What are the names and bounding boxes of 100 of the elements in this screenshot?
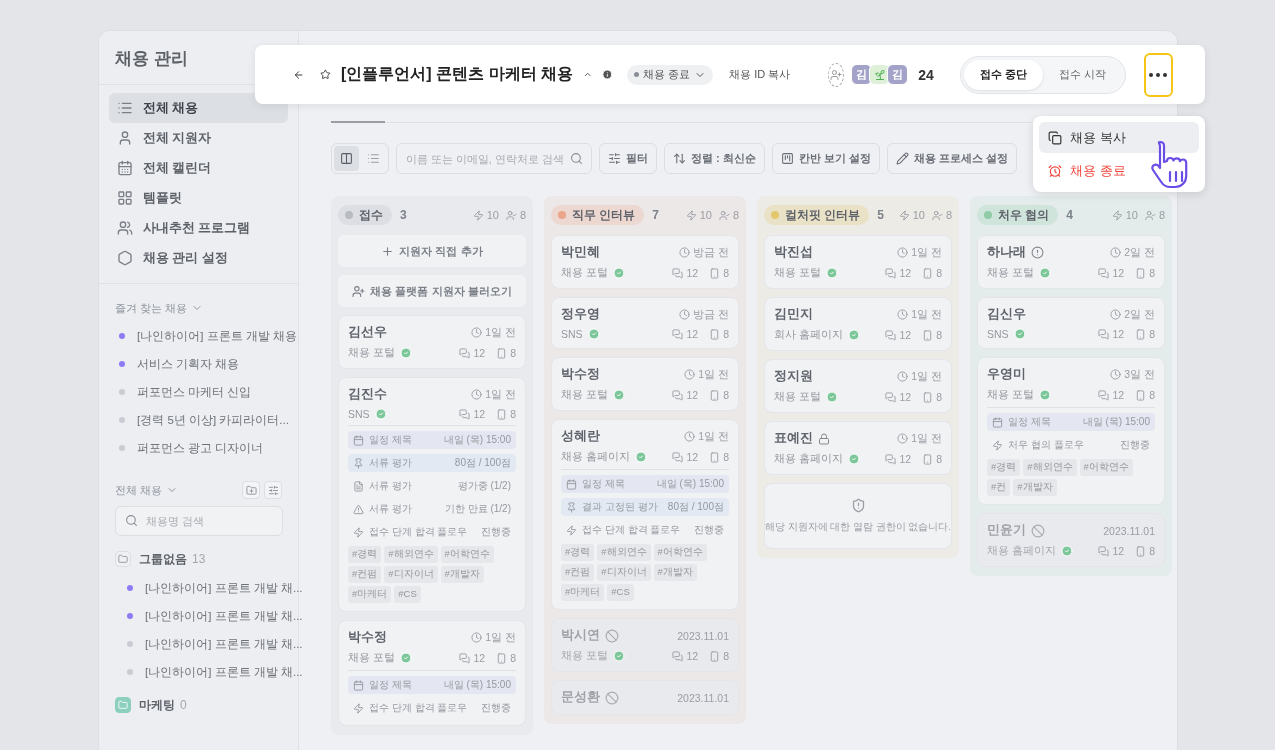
tag: #CS xyxy=(394,586,421,603)
favorite-item[interactable]: [나인하이어] 프론트 개발 채용 xyxy=(99,322,298,350)
detail-value: 내일 (목) 15:00 xyxy=(443,678,511,692)
favorite-item[interactable]: 퍼포먼스 마케터 신입 xyxy=(99,378,298,406)
avatar: 김 xyxy=(887,64,909,85)
menu-item[interactable]: 채용 종료 xyxy=(1039,155,1199,186)
status-dropdown[interactable]: 채용 종료 xyxy=(627,64,714,85)
comment-count: 12 xyxy=(686,389,699,401)
applicant-card[interactable]: 김신우 2일 전 SNS 12 8 xyxy=(977,297,1165,349)
application-source: 채용 홈페이지 xyxy=(561,450,630,464)
applicant-search-field[interactable]: 이름 또는 이메일, 연락처로 검색 xyxy=(396,143,592,174)
file-count: 8 xyxy=(723,451,729,463)
applicant-card[interactable]: 김민지 1일 전 회사 홈페이지 12 8 xyxy=(764,297,952,351)
column-action-button[interactable]: 지원자 직접 추가 xyxy=(338,235,526,267)
applicant-name: 우영미 xyxy=(987,366,1026,383)
applied-time: 2023.11.01 xyxy=(1103,524,1155,537)
file-count: 8 xyxy=(510,652,516,664)
applicant-name: 박시연 xyxy=(561,627,600,644)
all-jobs-toggle[interactable]: 전체 채용 xyxy=(115,482,179,498)
user-plus-icon xyxy=(352,284,366,298)
stage-count: 5 xyxy=(877,208,885,222)
column-action-button[interactable]: 채용 플랫폼 지원자 불러오기 xyxy=(338,275,526,307)
favorite-item[interactable]: 서비스 기획자 채용 xyxy=(99,350,298,378)
evaluator-count: 8 xyxy=(519,209,526,221)
file-count: 8 xyxy=(723,389,729,401)
applicant-card[interactable]: 표예진 1일 전 채용 홈페이지 12 8 xyxy=(764,421,952,475)
tag: #어학연수 xyxy=(653,544,707,561)
applicant-card[interactable]: 박진섭 1일 전 채용 포털 12 8 xyxy=(764,235,952,289)
applicant-card[interactable]: 성혜란 1일 전 채용 홈페이지 12 8 일정 제목 내일 (목) 15:00 결과 고정된 평가 80점 / 100점 접수 단계 합격 플로우 진행중 #경력 #해외연수 #어학연수 #컨펌 #디자이너 #개발자 #마케터 #CS xyxy=(551,419,739,610)
toggle-option[interactable]: 접수 중단 xyxy=(963,59,1043,90)
applicant-card[interactable]: 박민혜 방금 전 채용 포털 12 8 xyxy=(551,235,739,289)
favorite-item[interactable]: 퍼포먼스 광고 디자이너 xyxy=(99,434,298,462)
clock-icon xyxy=(897,309,909,320)
new-folder-button[interactable] xyxy=(242,481,260,499)
comment-count: 12 xyxy=(686,267,699,279)
file-count: 8 xyxy=(936,267,942,279)
nav-item[interactable]: 템플릿 xyxy=(109,183,288,213)
applied-time: 1일 전 xyxy=(911,307,942,322)
group-name[interactable]: 그룹없음 xyxy=(139,550,187,568)
nav-item[interactable]: 전체 지원자 xyxy=(109,123,288,153)
verified-icon xyxy=(612,389,625,401)
applicant-card[interactable]: 박수정 1일 전 채용 포털 12 8 일정 제목 내일 (목) 15:00 접수 단계 합격 플로우 진행중 xyxy=(338,620,526,726)
comments-icon xyxy=(1098,328,1110,340)
detail-label: 일정 제목 xyxy=(369,678,412,692)
detail-label: 서류 평가 xyxy=(369,456,412,470)
toolbar-button[interactable]: 채용 프로세스 설정 xyxy=(886,143,1018,174)
applicant-name: 표예진 xyxy=(774,430,813,447)
verified-icon xyxy=(1038,389,1051,401)
list-icon xyxy=(117,100,133,116)
alarm-clock-icon xyxy=(1048,163,1062,178)
nav-item[interactable]: 사내추천 프로그램 xyxy=(109,213,288,243)
comments-icon xyxy=(672,389,684,401)
sliders-button[interactable] xyxy=(264,481,282,499)
sliders-icon xyxy=(608,152,621,165)
toggle-option[interactable]: 접수 시작 xyxy=(1042,59,1122,90)
lightning-icon xyxy=(685,209,697,221)
detail-value: 내일 (목) 15:00 xyxy=(443,433,511,447)
tag: #어학연수 xyxy=(440,546,494,563)
applicant-card[interactable]: 정지원 1일 전 채용 포털 12 8 xyxy=(764,359,952,413)
clock-icon xyxy=(1110,309,1122,320)
tag: #해외연수 xyxy=(1023,459,1077,476)
applicant-card[interactable]: 하나래 2일 전 채용 포털 12 8 xyxy=(977,235,1165,289)
detail-label: 일정 제목 xyxy=(369,433,412,447)
verified-icon xyxy=(399,652,412,664)
toolbar-button[interactable]: 칸반 보기 설정 xyxy=(771,143,880,174)
detail-label: 접수 단계 합격 플로우 xyxy=(369,525,468,539)
board-view-button[interactable] xyxy=(334,146,359,171)
applicant-card[interactable]: 정우영 방금 전 SNS 12 8 xyxy=(551,297,739,349)
job-search-field[interactable]: 채용명 검색 xyxy=(115,506,283,536)
stage-count: 3 xyxy=(400,208,408,222)
group-name[interactable]: 마케팅 xyxy=(139,696,175,714)
comments-icon xyxy=(672,650,684,662)
clock-icon xyxy=(471,389,483,400)
application-source: 채용 포털 xyxy=(774,266,821,280)
phone-icon xyxy=(922,267,934,279)
toolbar-button[interactable]: 정렬 : 최신순 xyxy=(664,143,765,174)
menu-item[interactable]: 채용 복사 xyxy=(1039,122,1199,153)
applicant-card[interactable]: 김선우 1일 전 채용 포털 12 8 xyxy=(338,315,526,369)
favorites-toggle[interactable]: 즐겨 찾는 채용 xyxy=(115,300,204,316)
detail-label: 처우 협의 플로우 xyxy=(1008,438,1084,452)
nav-item[interactable]: 전체 캘린더 xyxy=(109,153,288,183)
favorite-item[interactable]: [경력 5년 이상] 카피라이터... xyxy=(99,406,298,434)
copy-id-link[interactable]: 채용 ID 복사 xyxy=(729,67,791,82)
tag: #컨펌 xyxy=(561,564,595,581)
applicant-card[interactable]: 우영미 3일 전 채용 포털 12 8 일정 제목 내일 (목) 15:00 처우 협의 플로우 진행중 #경력 #해외연수 #어학연수 #컨 #개발자 xyxy=(977,357,1165,505)
comments-icon xyxy=(885,391,897,403)
applicant-name: 김민지 xyxy=(774,306,813,323)
toolbar-button[interactable]: 필터 xyxy=(599,143,657,174)
detail-value: 진행중 xyxy=(481,701,511,715)
applicant-card[interactable]: 박수정 1일 전 채용 포털 12 8 xyxy=(551,357,739,411)
detail-value: 진행중 xyxy=(481,525,511,539)
list-icon xyxy=(367,152,380,165)
tag: #해외연수 xyxy=(384,546,438,563)
kanban-icon xyxy=(780,152,794,165)
nav-item[interactable]: 채용 관리 설정 xyxy=(109,243,288,273)
phone-icon xyxy=(1135,267,1147,279)
clock-icon xyxy=(897,433,909,444)
more-button[interactable] xyxy=(1143,52,1173,97)
applicant-card[interactable]: 김진수 1일 전 SNS 12 8 일정 제목 내일 (목) 15:00 서류 평가 80점 / 100점 서류 평가 평가중 (1/2) 서류 평가 기한 만료 (1/2) 접수 단계 합격 플로우 진행중 #경력 #해외연수 #어학연수 #컨펌 #디자이너 #개발자 #마케터 #CS xyxy=(338,377,526,612)
nav-item[interactable]: 전체 채용 xyxy=(109,93,288,123)
